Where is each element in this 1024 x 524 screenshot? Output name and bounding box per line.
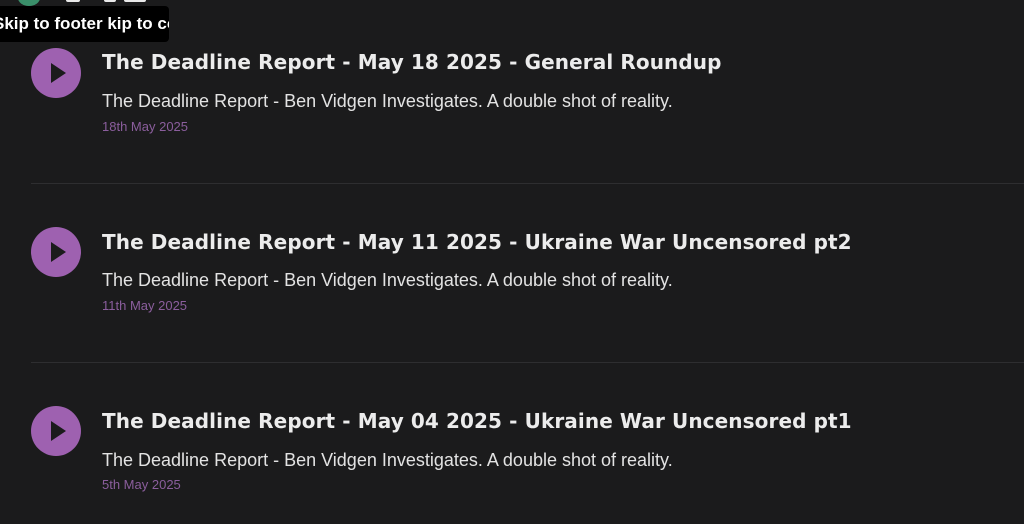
skip-to-content-link[interactable]: Skip to content <box>96 6 169 42</box>
nav-icon <box>104 0 116 2</box>
episode-title[interactable]: The Deadline Report - May 04 2025 - Ukra… <box>102 409 852 433</box>
episode-date: 18th May 2025 <box>102 119 189 134</box>
nav-icon <box>66 0 80 2</box>
play-icon <box>51 421 66 441</box>
nav-icon <box>124 0 146 2</box>
divider <box>31 362 1024 363</box>
episode-date: 11th May 2025 <box>102 298 188 313</box>
episode-description: The Deadline Report - Ben Vidgen Investi… <box>102 270 673 290</box>
play-icon <box>51 242 66 262</box>
episode-description: The Deadline Report - Ben Vidgen Investi… <box>102 91 673 111</box>
episode-description: The Deadline Report - Ben Vidgen Investi… <box>102 450 673 470</box>
episode-title[interactable]: The Deadline Report - May 11 2025 - Ukra… <box>102 230 852 254</box>
skip-links: Skip to content Skip to footer <box>0 6 169 42</box>
play-button[interactable] <box>31 48 81 98</box>
episode-date: 5th May 2025 <box>102 477 181 492</box>
play-button[interactable] <box>31 227 81 277</box>
divider <box>31 183 1024 184</box>
play-icon <box>51 63 66 83</box>
play-button[interactable] <box>31 406 81 456</box>
episode-title[interactable]: The Deadline Report - May 18 2025 - Gene… <box>102 50 722 74</box>
skip-to-footer-link[interactable]: Skip to footer <box>0 6 107 42</box>
